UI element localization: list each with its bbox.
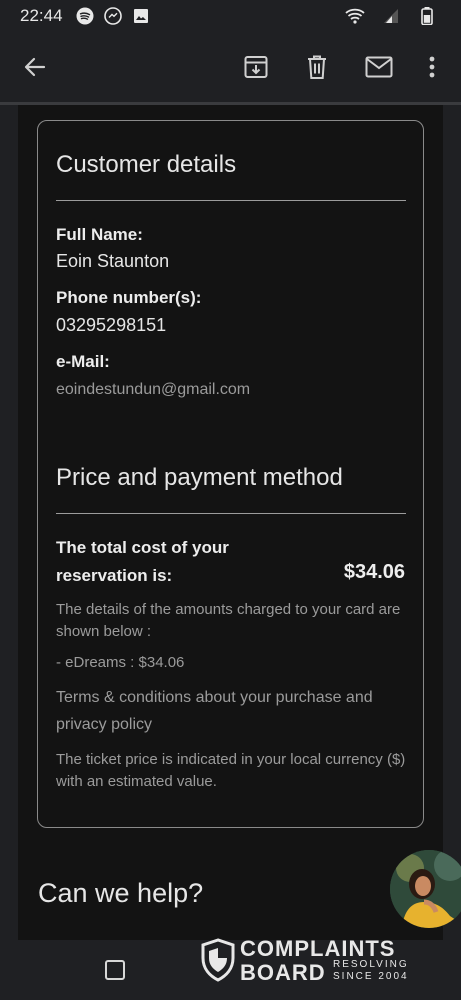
status-bar: 22:44 — [0, 0, 461, 32]
spotify-icon — [75, 6, 95, 26]
charge-line-item: - eDreams : $34.06 — [56, 654, 185, 671]
signal-icon — [381, 6, 401, 26]
recent-apps-button[interactable] — [105, 960, 125, 980]
email-value[interactable]: eoindestundun@gmail.com — [56, 379, 406, 401]
terms-link[interactable]: Terms & conditions about your purchase a… — [56, 684, 406, 738]
reservation-card: Customer details Full Name: Eoin Staunto… — [37, 120, 424, 828]
help-title: Can we help? — [38, 878, 204, 908]
delete-icon[interactable] — [300, 50, 334, 84]
image-icon — [131, 6, 151, 26]
watermark-sub1: RESOLVING — [333, 959, 409, 970]
wifi-icon — [345, 6, 365, 26]
customer-details-title: Customer details — [56, 151, 237, 178]
back-arrow-icon[interactable] — [18, 50, 52, 84]
messenger-icon — [103, 6, 123, 26]
mail-icon[interactable] — [362, 50, 396, 84]
email-toolbar — [0, 32, 461, 102]
archive-icon[interactable] — [239, 50, 273, 84]
full-name-value: Eoin Staunton — [56, 251, 170, 271]
battery-icon — [417, 6, 437, 26]
charge-details-text: The details of the amounts charged to yo… — [56, 601, 401, 640]
chat-avatar[interactable] — [390, 850, 461, 928]
total-cost-label: The total cost of your reservation is: — [56, 538, 229, 585]
email-label: e-Mail: — [56, 352, 110, 371]
phone-value: 03295298151 — [56, 315, 167, 335]
divider — [56, 513, 406, 514]
total-cost-value: $34.06 — [343, 561, 405, 583]
phone-label: Phone number(s): — [56, 288, 202, 307]
shield-logo — [201, 938, 235, 982]
payment-title: Price and payment method — [56, 464, 343, 491]
divider — [56, 200, 406, 201]
more-vert-icon[interactable] — [415, 50, 449, 84]
currency-note: The ticket price is indicated in your lo… — [56, 751, 406, 790]
watermark-line2: BOARD — [240, 960, 326, 985]
status-time: 22:44 — [20, 6, 63, 25]
email-body: Customer details Full Name: Eoin Staunto… — [18, 105, 443, 940]
full-name-label: Full Name: — [56, 225, 143, 244]
complaintsboard-watermark: COMPLAINTS BOARD RESOLVING SINCE 2004 — [200, 934, 460, 990]
watermark-sub2: SINCE 2004 — [333, 971, 409, 982]
